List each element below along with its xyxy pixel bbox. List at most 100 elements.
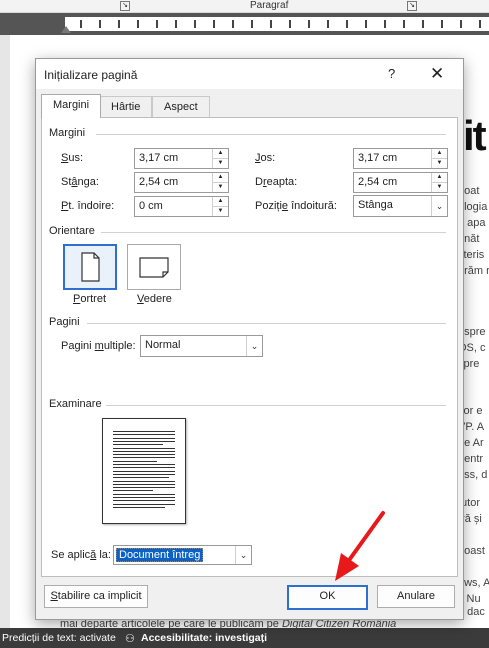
landscape-option[interactable] (127, 244, 181, 290)
ruler-tick (308, 20, 310, 28)
preview-section: Examinare (49, 398, 446, 410)
ruler-tick (270, 20, 272, 28)
dialog-launcher-icon[interactable]: ↘ (120, 1, 130, 11)
top-margin-label: Sus: (61, 152, 84, 164)
ruler-tick (232, 20, 234, 28)
preview-text-line (113, 500, 175, 502)
preview-text-line (113, 483, 175, 485)
accessibility-icon[interactable]: ⚇ (125, 632, 135, 645)
ruler-tick (384, 20, 386, 28)
text-predictions-status[interactable]: Predicții de text: activate (2, 632, 116, 644)
annotation-arrow-icon (335, 511, 385, 581)
spin-up-icon[interactable]: ▲ (432, 149, 447, 159)
document-heading-fragment: it (463, 112, 487, 159)
margins-panel: Margini Sus: 3,17 cm ▲ ▼ Jos: 3,17 cm ▲ ▼ … (41, 117, 458, 577)
preview-text-line (113, 457, 175, 459)
section-title: Orientare (49, 225, 95, 237)
spin-down-icon[interactable]: ▼ (213, 183, 228, 192)
bottom-margin-field[interactable]: 3,17 cm ▲ ▼ (353, 148, 448, 169)
preview-text-line (113, 503, 175, 505)
gutter-position-label: Poziție îndoitură: (255, 200, 337, 212)
page-setup-dialog: Inițializare pagină ? ✕ Margini Hârtie A… (35, 58, 464, 620)
ruler-tick (137, 20, 139, 28)
top-margin-field[interactable]: 3,17 cm ▲ ▼ (134, 148, 229, 169)
right-margin-field[interactable]: 2,54 cm ▲ ▼ (353, 172, 448, 193)
spin-down-icon[interactable]: ▼ (213, 207, 228, 216)
horizontal-ruler[interactable] (0, 13, 489, 35)
ruler-tick (403, 20, 405, 28)
pages-section: Pagini (49, 316, 446, 328)
ribbon-group-label: Paragraf (250, 0, 289, 11)
ruler-tick (99, 20, 101, 28)
gutter-field[interactable]: 0 cm ▲ ▼ (134, 196, 229, 217)
ruler-tick (460, 20, 462, 28)
ruler-tick (441, 20, 443, 28)
dialog-launcher-icon[interactable]: ↘ (407, 1, 417, 11)
spin-up-icon[interactable]: ▲ (213, 197, 228, 207)
preview-text-line (113, 444, 163, 446)
gutter-label: Pt. îndoire: (61, 200, 115, 212)
tab-margins[interactable]: Margini (41, 94, 102, 118)
help-button[interactable]: ? (388, 66, 395, 81)
chevron-down-icon[interactable]: ⌄ (431, 196, 447, 216)
ruler-tick (251, 20, 253, 28)
preview-text-line (113, 460, 157, 462)
ruler-tick (365, 20, 367, 28)
spin-down-icon[interactable]: ▼ (213, 159, 228, 168)
preview-text-line (113, 440, 175, 442)
margins-section: Margini (49, 127, 446, 139)
preview-text-line (113, 467, 175, 469)
preview-text-line (113, 447, 175, 449)
ruler-tick (213, 20, 215, 28)
ruler-tick (346, 20, 348, 28)
preview-text-line (113, 434, 175, 436)
section-title: Examinare (49, 398, 102, 410)
preview-text-line (113, 470, 175, 472)
accessibility-status[interactable]: Accesibilitate: investigați (141, 632, 267, 644)
preview-text-line (113, 450, 175, 452)
orientation-section: Orientare (49, 225, 446, 237)
section-title: Margini (49, 127, 86, 139)
set-as-default-button[interactable]: Stabilire ca implicit (44, 585, 148, 608)
portrait-label[interactable]: Portret (73, 293, 106, 305)
preview-text-line (113, 480, 175, 482)
gutter-position-select[interactable]: Stânga ⌄ (353, 195, 448, 217)
dialog-titlebar: Inițializare pagină ? ✕ (36, 59, 463, 89)
spin-up-icon[interactable]: ▲ (213, 173, 228, 183)
ruler-tick (194, 20, 196, 28)
ruler-tick (175, 20, 177, 28)
preview-text-line (113, 493, 175, 495)
spin-down-icon[interactable]: ▼ (432, 183, 447, 192)
preview-text-line (113, 431, 175, 432)
ruler-tick (289, 20, 291, 28)
preview-text-line (113, 497, 175, 498)
portrait-option[interactable] (63, 244, 117, 290)
close-button[interactable]: ✕ (430, 64, 444, 84)
ruler-tick (156, 20, 158, 28)
preview-text-line (113, 477, 169, 479)
preview-text-line (113, 473, 175, 475)
spin-up-icon[interactable]: ▲ (213, 149, 228, 159)
chevron-down-icon[interactable]: ⌄ (235, 546, 251, 564)
ruler-tick (422, 20, 424, 28)
apply-to-select[interactable]: Document întreg ⌄ (113, 545, 252, 565)
indent-marker-icon[interactable] (61, 26, 71, 33)
left-margin-field[interactable]: 2,54 cm ▲ ▼ (134, 172, 229, 193)
landscape-label[interactable]: Vedere (137, 293, 172, 305)
ribbon-group-bar: ↘ Paragraf ↘ (0, 0, 489, 13)
tab-paper[interactable]: Hârtie (99, 96, 153, 117)
preview-text-line (113, 487, 175, 489)
bottom-margin-label: Jos: (255, 152, 276, 164)
multiple-pages-label: Pagini multiple: (61, 340, 136, 352)
right-margin-label: Dreapta: (255, 176, 298, 188)
left-margin-label: Stânga: (61, 176, 99, 188)
chevron-down-icon[interactable]: ⌄ (246, 336, 262, 356)
preview-text-line (113, 454, 175, 456)
preview-text-line (113, 437, 175, 439)
spin-down-icon[interactable]: ▼ (432, 159, 447, 168)
spin-up-icon[interactable]: ▲ (432, 173, 447, 183)
multiple-pages-select[interactable]: Normal ⌄ (140, 335, 263, 357)
ruler-tick (118, 20, 120, 28)
tab-layout[interactable]: Aspect (152, 96, 210, 117)
preview-text-line (113, 464, 175, 465)
